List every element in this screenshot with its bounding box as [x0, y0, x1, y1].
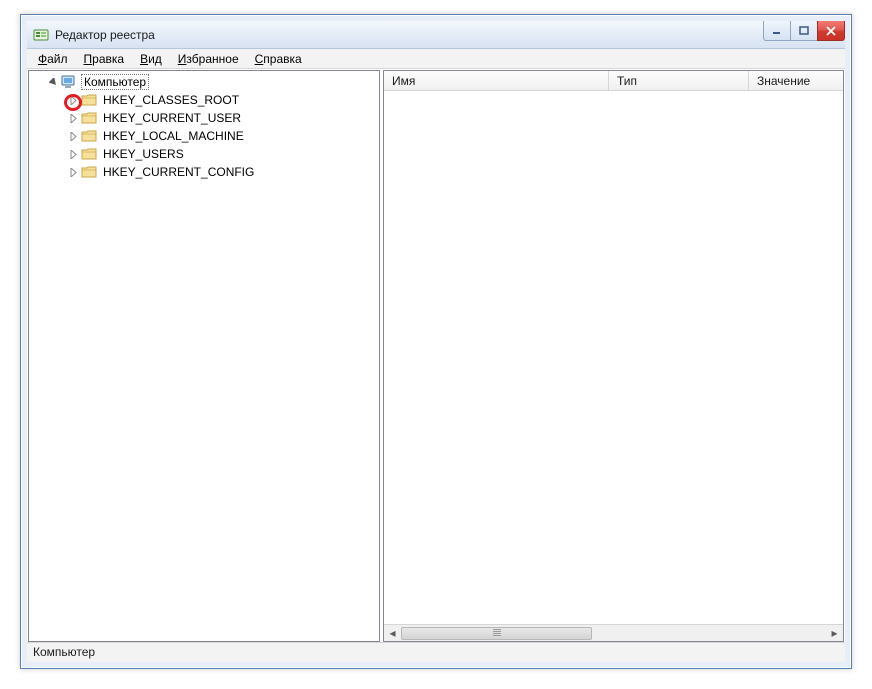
tree-pane[interactable]: Компьютер HKEY_CLASSES_ROOT [28, 70, 380, 642]
scroll-right-arrow-icon[interactable]: ▸ [826, 626, 843, 641]
column-name[interactable]: Имя [384, 71, 609, 90]
minimize-button[interactable] [763, 21, 791, 41]
collapse-icon[interactable] [47, 76, 59, 88]
scroll-left-arrow-icon[interactable]: ◂ [384, 626, 401, 641]
expand-icon[interactable] [67, 148, 79, 160]
expand-icon[interactable] [67, 166, 79, 178]
menubar: Файл Правка Вид Избранное Справка [27, 49, 845, 69]
column-headers: Имя Тип Значение [384, 71, 843, 91]
tree-root-computer[interactable]: Компьютер [47, 73, 379, 91]
menu-file[interactable]: Файл [31, 50, 75, 68]
folder-icon [81, 92, 97, 108]
close-button[interactable] [817, 21, 845, 41]
folder-icon [81, 146, 97, 162]
status-path: Компьютер [33, 645, 95, 659]
details-pane[interactable]: Имя Тип Значение ◂ ▸ [383, 70, 844, 642]
tree-item-label: HKEY_CURRENT_USER [101, 111, 243, 125]
tree-item-label: HKEY_CLASSES_ROOT [101, 93, 241, 107]
column-type[interactable]: Тип [609, 71, 749, 90]
tree-item-hku[interactable]: HKEY_USERS [67, 145, 379, 163]
folder-icon [81, 110, 97, 126]
client-area: Компьютер HKEY_CLASSES_ROOT [27, 69, 845, 642]
titlebar[interactable]: Редактор реестра [27, 21, 845, 49]
tree-item-hkcr[interactable]: HKEY_CLASSES_ROOT [67, 91, 379, 109]
expand-icon[interactable] [67, 112, 79, 124]
menu-view[interactable]: Вид [133, 50, 169, 68]
window-frame: Редактор реестра Файл Правка Вид Избранн… [20, 14, 852, 669]
expand-icon[interactable] [67, 130, 79, 142]
statusbar: Компьютер [27, 642, 845, 662]
horizontal-scrollbar[interactable]: ◂ ▸ [384, 624, 843, 641]
details-list[interactable] [384, 91, 843, 624]
menu-favorites[interactable]: Избранное [171, 50, 246, 68]
folder-icon [81, 128, 97, 144]
computer-icon [61, 74, 77, 90]
window-chrome: Редактор реестра Файл Правка Вид Избранн… [22, 16, 850, 667]
tree-item-hkcu[interactable]: HKEY_CURRENT_USER [67, 109, 379, 127]
window-title: Редактор реестра [55, 28, 155, 42]
expand-icon[interactable] [67, 94, 79, 106]
tree-root-label: Компьютер [81, 74, 149, 90]
maximize-button[interactable] [790, 21, 818, 41]
menu-help[interactable]: Справка [248, 50, 309, 68]
scroll-thumb[interactable] [401, 627, 592, 640]
tree-item-label: HKEY_USERS [101, 147, 186, 161]
regedit-app-icon [33, 27, 49, 43]
column-value[interactable]: Значение [749, 71, 843, 90]
tree-item-hkcc[interactable]: HKEY_CURRENT_CONFIG [67, 163, 379, 181]
title-controls [764, 21, 845, 41]
tree-item-label: HKEY_CURRENT_CONFIG [101, 165, 256, 179]
menu-edit[interactable]: Правка [77, 50, 132, 68]
folder-icon [81, 164, 97, 180]
tree-item-hklm[interactable]: HKEY_LOCAL_MACHINE [67, 127, 379, 145]
scroll-track[interactable] [401, 626, 826, 641]
tree-item-label: HKEY_LOCAL_MACHINE [101, 129, 246, 143]
